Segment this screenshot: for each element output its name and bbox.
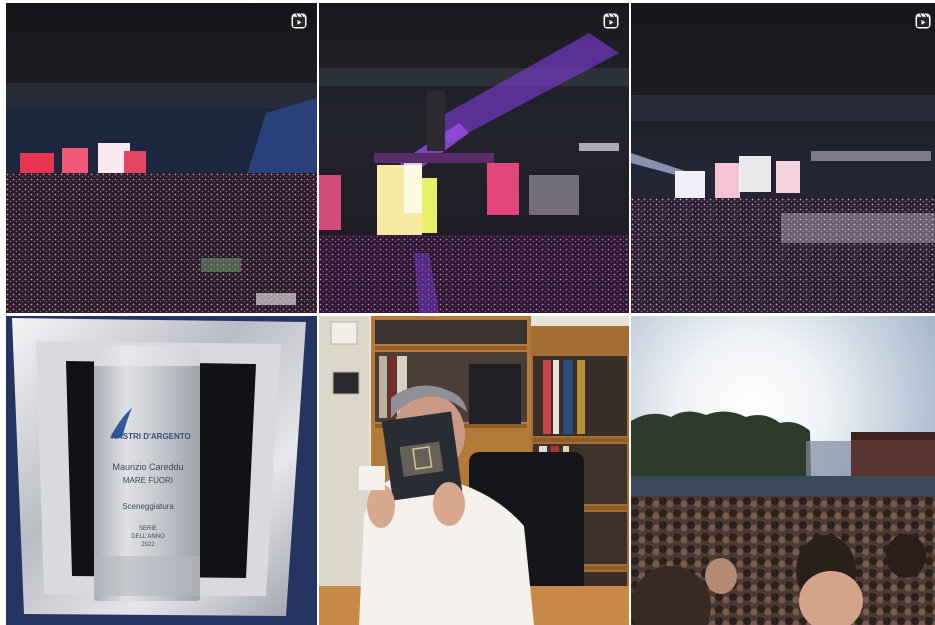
post-tile-6[interactable] <box>631 316 935 625</box>
reels-icon <box>602 12 620 30</box>
reels-icon <box>290 12 308 30</box>
post-image-reading <box>319 316 629 625</box>
award-category: Sceneggiatura <box>122 502 174 511</box>
post-image-concert-2 <box>319 3 629 313</box>
reels-icon <box>914 12 932 30</box>
post-image-concert-3 <box>631 3 935 313</box>
award-brand: NASTRI D'ARGENTO <box>111 432 191 441</box>
post-image-crowd <box>631 316 935 625</box>
post-tile-1[interactable] <box>6 3 317 313</box>
post-tile-3[interactable] <box>631 3 935 313</box>
award-year: 2022 <box>141 542 155 548</box>
post-image-concert-1 <box>6 3 317 313</box>
post-tile-4[interactable]: NASTRI D'ARGENTO Maurizio Careddu MARE F… <box>6 316 317 625</box>
post-tile-2[interactable] <box>319 3 629 313</box>
award-line2: DELL'ANNO <box>131 534 165 540</box>
award-line1: SERIE <box>138 526 157 532</box>
award-recipient: Maurizio Careddu <box>112 462 184 472</box>
post-grid: NASTRI D'ARGENTO Maurizio Careddu MARE F… <box>0 0 935 625</box>
post-tile-5[interactable] <box>319 316 629 625</box>
award-title: MARE FUORI <box>122 476 174 485</box>
